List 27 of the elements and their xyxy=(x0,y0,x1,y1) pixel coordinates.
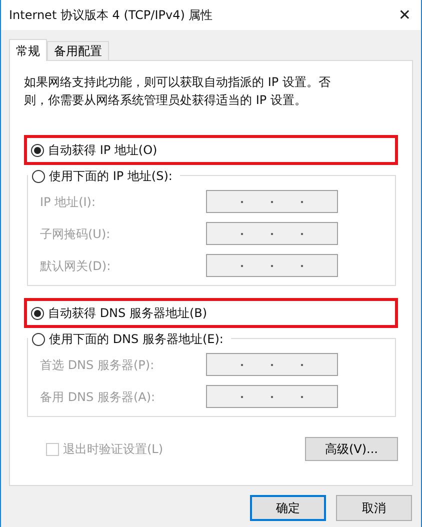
ip-address-field[interactable] xyxy=(206,385,338,408)
ip-address-field[interactable] xyxy=(206,222,338,245)
radio-button[interactable] xyxy=(31,144,44,156)
radio-button[interactable] xyxy=(32,332,45,346)
field-label: IP 地址(I): xyxy=(40,194,96,210)
radio-label: 自动获得 DNS 服务器地址(B) xyxy=(48,305,208,322)
window-title: Internet 协议版本 4 (TCP/IPv4) 属性 xyxy=(9,7,213,24)
tab[interactable]: 常规 xyxy=(9,39,47,61)
field-label: 首选 DNS 服务器(P): xyxy=(40,356,154,374)
advanced-button[interactable]: 高级(V)... xyxy=(305,437,398,461)
close-button[interactable]: ✕ xyxy=(398,8,411,22)
field-label: 备用 DNS 服务器(A): xyxy=(40,388,156,406)
radio-label: 使用下面的 IP 地址(S): xyxy=(49,168,172,185)
checkbox-label: 退出时验证设置(L) xyxy=(63,441,164,458)
ip-address-field[interactable] xyxy=(206,254,338,277)
radio-label: 自动获得 IP 地址(O) xyxy=(48,142,158,159)
description-text: 如果网络支持此功能，则可以获取自动指派的 IP 设置。否则，你需要从网络系统管理员处获得适当的 IP 设置。 xyxy=(24,74,332,109)
dialog-button[interactable]: 取消 xyxy=(336,495,412,521)
radio-label: 使用下面的 DNS 服务器地址(E): xyxy=(49,331,224,348)
ip-address-field[interactable] xyxy=(206,190,338,213)
field-label: 默认网关(D): xyxy=(40,258,111,274)
ip-address-field[interactable] xyxy=(206,353,338,376)
tab[interactable]: 备用配置 xyxy=(47,41,109,60)
radio-button[interactable] xyxy=(31,306,44,320)
field-label: 子网掩码(U): xyxy=(40,226,110,242)
radio-button[interactable] xyxy=(32,170,45,182)
dialog-button[interactable]: 确定 xyxy=(250,495,326,521)
